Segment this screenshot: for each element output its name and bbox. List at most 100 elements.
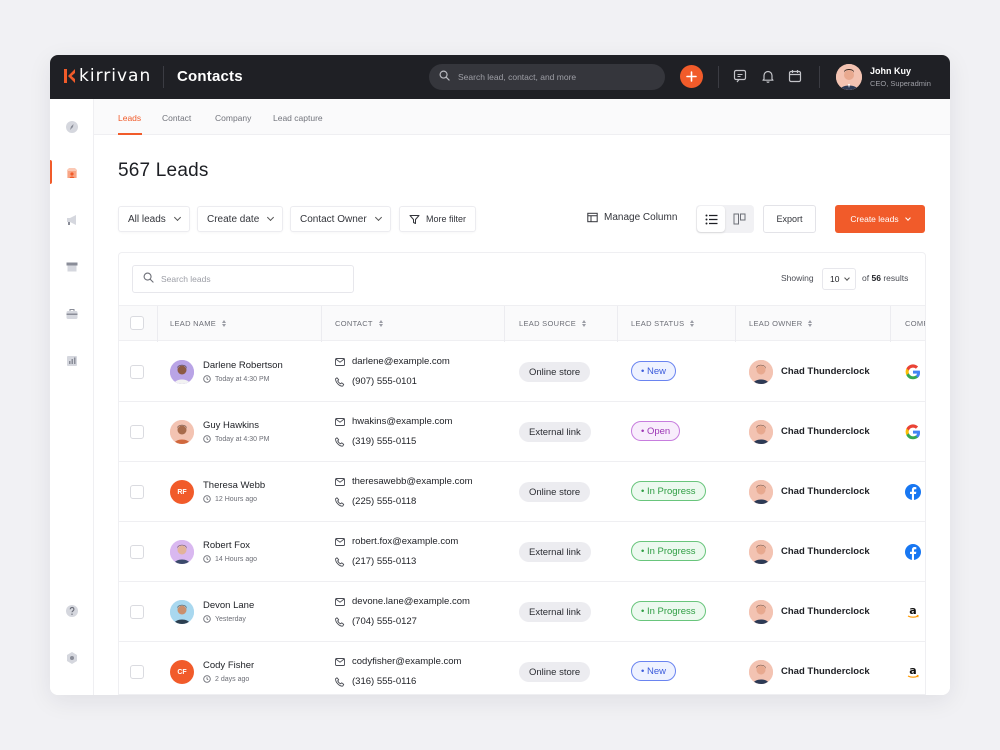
lead-name[interactable]: Robert Fox xyxy=(203,540,250,551)
status-badge[interactable]: • In Progress xyxy=(631,541,706,561)
tab-lead-capture[interactable]: Lead capture xyxy=(273,113,323,123)
phone-icon xyxy=(335,676,345,687)
contact-owner-label: Contact Owner xyxy=(300,213,367,225)
clock-icon xyxy=(203,675,211,683)
lead-name[interactable]: Darlene Robertson xyxy=(203,360,283,371)
row-checkbox[interactable] xyxy=(130,425,144,439)
phone-icon xyxy=(335,556,345,567)
google-logo xyxy=(904,363,922,381)
table-row[interactable]: Darlene Robertson Today at 4:30 PM darlene… xyxy=(119,342,925,402)
lead-name[interactable]: Guy Hawkins xyxy=(203,420,259,431)
table-row[interactable]: RF Theresa Webb 12 Hours ago theresawebb@ex… xyxy=(119,462,925,522)
lead-owner-header[interactable]: LEAD OWNER xyxy=(749,319,813,328)
compass-icon xyxy=(66,121,78,133)
email-text: darlene@example.com xyxy=(352,356,450,367)
sidebar-item-campaigns[interactable] xyxy=(62,210,82,230)
contact-owner-dropdown[interactable]: Contact Owner xyxy=(290,206,391,232)
table-row[interactable]: Guy Hawkins Today at 4:30 PM hwakins@examp… xyxy=(119,402,925,462)
tab-company[interactable]: Company xyxy=(215,113,251,123)
contact-email[interactable]: codyfisher@example.com xyxy=(335,656,461,667)
row-checkbox[interactable] xyxy=(130,485,144,499)
contact-email[interactable]: devone.lane@example.com xyxy=(335,596,470,607)
board-view-button[interactable] xyxy=(725,206,753,232)
contact-phone[interactable]: (319) 555-0115 xyxy=(335,436,416,447)
sort-icon xyxy=(222,320,227,327)
owner-name: Chad Thunderclock xyxy=(781,666,870,677)
create-leads-button[interactable]: Create leads xyxy=(835,205,925,233)
row-checkbox[interactable] xyxy=(130,605,144,619)
bell-icon[interactable] xyxy=(760,68,776,84)
settings-icon xyxy=(67,652,77,664)
status-badge[interactable]: • New xyxy=(631,661,676,681)
status-badge[interactable]: • New xyxy=(631,361,676,381)
status-badge[interactable]: • In Progress xyxy=(631,481,706,501)
sidebar-item-help[interactable] xyxy=(62,601,82,621)
contact-email[interactable]: hwakins@example.com xyxy=(335,416,452,427)
lead-source-header[interactable]: LEAD SOURCE xyxy=(519,319,587,328)
create-date-dropdown[interactable]: Create date xyxy=(197,206,284,232)
contact-email[interactable]: darlene@example.com xyxy=(335,356,450,367)
lead-time-text: Yesterday xyxy=(215,615,246,623)
export-button[interactable]: Export xyxy=(763,205,816,233)
table-row[interactable]: Robert Fox 14 Hours ago robert.fox@example… xyxy=(119,522,925,582)
chevron-down-icon xyxy=(844,274,851,281)
add-button[interactable] xyxy=(680,65,703,88)
manage-column-button[interactable]: Manage Column xyxy=(587,212,677,223)
amazon-logo: a xyxy=(904,663,922,681)
lead-name[interactable]: Cody Fisher xyxy=(203,660,254,671)
contacts-icon xyxy=(67,168,77,178)
sidebar-item-dashboard[interactable] xyxy=(62,117,82,137)
lead-name[interactable]: Devon Lane xyxy=(203,600,254,611)
mail-icon xyxy=(335,417,345,426)
sidebar-item-deals[interactable] xyxy=(62,304,82,324)
all-leads-dropdown[interactable]: All leads xyxy=(118,206,190,232)
tab-leads[interactable]: Leads xyxy=(118,113,141,123)
message-icon[interactable] xyxy=(732,68,748,84)
contact-phone[interactable]: (704) 555-0127 xyxy=(335,616,417,627)
row-checkbox[interactable] xyxy=(130,545,144,559)
lead-source-badge: External link xyxy=(519,542,591,562)
leads-search[interactable] xyxy=(132,265,354,293)
lead-name[interactable]: Theresa Webb xyxy=(203,480,265,491)
row-checkbox[interactable] xyxy=(130,365,144,379)
brand-logo[interactable]: kirrivan xyxy=(64,67,151,85)
company-header[interactable]: COMP xyxy=(905,319,925,328)
contact-phone[interactable]: (217) 555-0113 xyxy=(335,556,416,567)
sidebar-item-contacts[interactable] xyxy=(62,163,82,183)
list-view-button[interactable] xyxy=(697,206,725,232)
global-search[interactable] xyxy=(429,64,665,90)
page-size-select[interactable]: 10 xyxy=(822,268,856,290)
avatar xyxy=(170,600,194,624)
global-search-input[interactable] xyxy=(458,72,638,82)
tab-contact[interactable]: Contact xyxy=(162,113,191,123)
leads-heading: 567 Leads xyxy=(118,160,209,181)
lead-source-badge: Online store xyxy=(519,362,591,382)
table-row[interactable]: CF Cody Fisher 2 days ago codyfisher@exampl… xyxy=(119,642,925,694)
contact-email[interactable]: theresawebb@example.com xyxy=(335,476,473,487)
owner-name: Chad Thunderclock xyxy=(781,486,870,497)
sidebar-item-settings[interactable] xyxy=(62,648,82,668)
sidebar-item-store[interactable] xyxy=(62,257,82,277)
calendar-icon[interactable] xyxy=(787,68,803,84)
contact-phone[interactable]: (907) 555-0101 xyxy=(335,376,417,387)
user-menu[interactable]: John Kuy CEO, Superadmin xyxy=(836,64,931,90)
lead-name-header[interactable]: LEAD NAME xyxy=(170,319,227,328)
status-badge[interactable]: • In Progress xyxy=(631,601,706,621)
contact-email[interactable]: robert.fox@example.com xyxy=(335,536,458,547)
sidebar-item-reports[interactable] xyxy=(62,351,82,371)
lead-status-header[interactable]: LEAD STATUS xyxy=(631,319,695,328)
email-text: robert.fox@example.com xyxy=(352,536,459,547)
contact-phone[interactable]: (316) 555-0116 xyxy=(335,676,416,687)
contact-header[interactable]: CONTACT xyxy=(335,319,383,328)
more-filter-button[interactable]: More filter xyxy=(399,206,477,232)
divider xyxy=(321,306,322,342)
select-all-checkbox[interactable] xyxy=(130,316,144,330)
row-checkbox[interactable] xyxy=(130,665,144,679)
status-badge[interactable]: • Open xyxy=(631,421,681,441)
contact-phone[interactable]: (225) 555-0118 xyxy=(335,496,416,507)
table-row[interactable]: Devon Lane Yesterday devone.lane@example.c… xyxy=(119,582,925,642)
header-label: COMP xyxy=(905,319,925,328)
phone-text: (225) 555-0118 xyxy=(352,496,417,507)
leads-search-input[interactable] xyxy=(161,274,331,284)
tab-bar: Leads Contact Company Lead capture xyxy=(94,99,950,135)
